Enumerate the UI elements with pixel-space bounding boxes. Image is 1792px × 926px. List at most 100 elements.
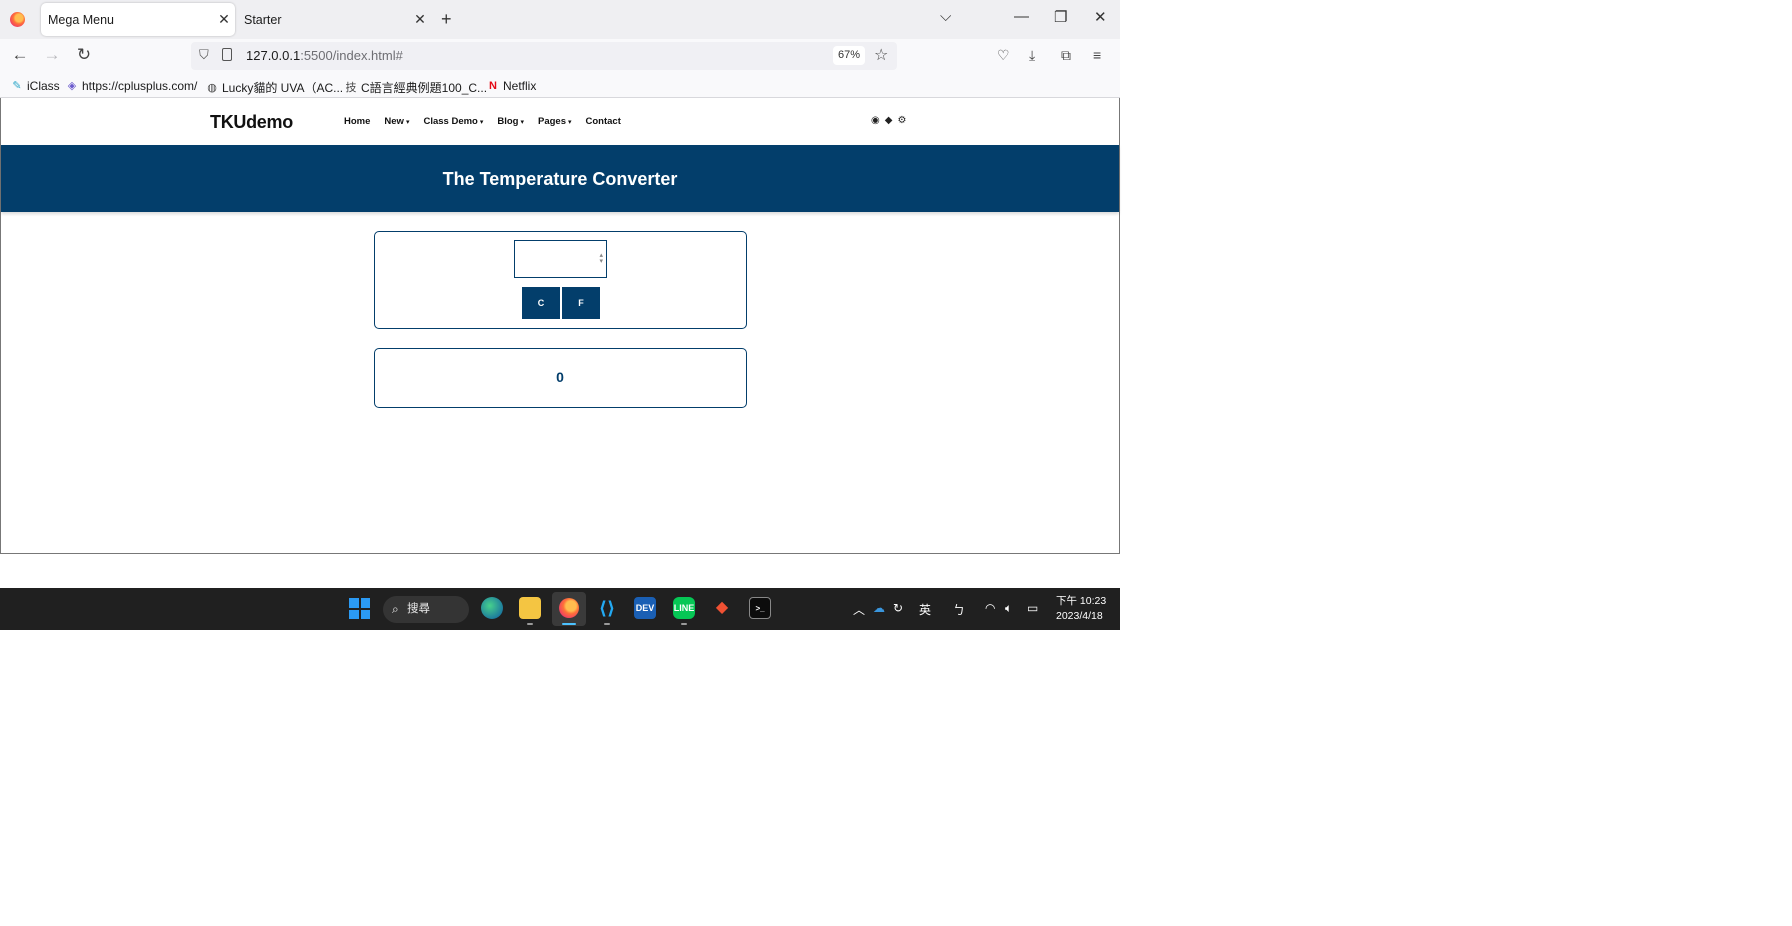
gear-icon[interactable]: ⚙ [897,115,906,126]
web-page: TKUdemo Home New ▾ Class Demo ▾ Blog ▾ Page… [0,98,1120,554]
bookmarks-toolbar: ✎ iClass ◈ https://cplusplus.com/ ◍ Lucky貓的… [0,73,1120,98]
taskbar-clock[interactable]: 下午 10:23 2023/4/18 [1056,594,1106,624]
url-text[interactable]: 127.0.0.1:5500/index.html# [246,48,403,63]
firefox-icon [559,598,579,618]
bookmark-label: Lucky貓的 UVA（AC... [222,81,344,95]
bookmark-label: https://cplusplus.com/ [82,79,198,93]
page-banner: The Temperature Converter [1,145,1119,212]
page-info-icon[interactable] [222,48,232,61]
running-indicator [681,623,687,625]
extensions-icon[interactable]: ⧉ [1061,47,1071,64]
bookmark-lucky-uva[interactable]: ◍ Lucky貓的 UVA（AC... [206,79,343,96]
cplusplus-icon: ◈ [67,80,77,92]
celsius-button[interactable]: C [522,287,560,319]
url-path: :5500/index.html# [300,48,403,63]
downloads-icon[interactable]: ⤓ [1029,47,1035,64]
list-all-tabs-icon[interactable]: ⌵ [940,8,951,25]
site-icon: 技 [345,81,357,94]
converter-result-card: 0 [374,348,747,408]
menu-item-blog[interactable]: Blog ▾ [497,116,524,127]
close-window-icon[interactable]: ✕ [1094,8,1107,26]
ime-language[interactable]: 英 [919,601,931,618]
temperature-input[interactable]: ▴ ▾ [514,240,607,278]
bookmark-netflix[interactable]: N Netflix [487,79,536,93]
firefox-menu-icon[interactable] [10,12,25,27]
menu-item-new[interactable]: New ▾ [384,116,409,127]
site-header: TKUdemo Home New ▾ Class Demo ▾ Blog ▾ Page… [1,98,1119,145]
menu-label: New [384,116,404,127]
restore-icon[interactable]: ❐ [1054,8,1067,26]
tab-title: Mega Menu [48,12,115,27]
new-tab-icon[interactable]: + [441,9,452,30]
terminal-icon[interactable]: >_ [749,597,771,619]
running-indicator [527,623,533,625]
minimize-icon[interactable]: — [1014,8,1029,25]
bookmark-cplusplus[interactable]: ◈ https://cplusplus.com/ [66,79,198,93]
screen: Mega Menu ✕ Starter ✕ + ⌵ — ❐ ✕ ← → ↻ ⛉ … [0,0,1120,630]
tab-starter[interactable]: Starter ✕ [237,3,431,36]
tab-mega-menu[interactable]: Mega Menu ✕ [41,3,235,36]
iclass-icon: ✎ [12,80,22,92]
browser-nav-bar: ← → ↻ ⛉ 127.0.0.1:5500/index.html# 67% ☆… [0,39,1120,73]
line-icon[interactable]: LINE [673,597,695,619]
menu-label: Class Demo [423,116,478,127]
running-indicator [604,623,610,625]
clock-time: 下午 10:23 [1056,595,1107,607]
chevron-down-icon: ▾ [520,119,524,126]
ime-mode[interactable]: ㄅ [953,601,965,618]
bookmark-label: C語言經典例題100_C... [361,81,488,95]
close-tab-icon[interactable]: ✕ [213,11,235,28]
number-spinner-icon[interactable]: ▴ ▾ [599,252,603,265]
bookmark-star-icon[interactable]: ☆ [874,45,888,65]
firefox-taskbar-button[interactable] [552,592,586,626]
sync-icon[interactable]: ↻ [893,601,903,615]
result-value: 0 [556,369,564,385]
git-icon[interactable]: ◆ [711,597,733,619]
menu-item-contact[interactable]: Contact [586,116,621,127]
file-explorer-icon[interactable] [519,597,541,619]
search-label: 搜尋 [407,603,430,615]
active-indicator [562,623,576,625]
converter-input-card: ▴ ▾ C F [374,231,747,329]
volume-icon[interactable]: 🔈︎ [1005,601,1012,616]
chevron-down-icon: ▾ [479,119,484,126]
back-icon[interactable]: ← [9,45,31,65]
chevron-down-icon: ▾ [568,119,572,126]
battery-icon[interactable]: ▭ [1027,601,1038,615]
app-menu-icon[interactable]: ≡ [1093,47,1101,63]
pocket-icon[interactable]: ♡ [997,47,1010,64]
fahrenheit-button[interactable]: F [562,287,600,319]
taskbar-search[interactable]: ⌕ 搜尋 [383,596,469,623]
edge-icon[interactable] [481,597,503,619]
globe-icon: ◍ [207,81,217,94]
close-tab-icon[interactable]: ✕ [409,11,431,28]
github-icon[interactable]: ◉ [871,115,880,126]
windows-taskbar: ⌕ 搜尋 ⟨⟩ DEV LINE ◆ >_ ︿ ☁ ↻ 英 ㄅ ◠ 🔈︎ ▭ 下午… [0,588,1120,630]
shield-icon[interactable]: ⛉ [199,47,209,63]
bookmark-iclass[interactable]: ✎ iClass [11,79,60,93]
tray-overflow-icon[interactable]: ︿ [853,601,865,618]
clock-date: 2023/4/18 [1056,610,1103,622]
menu-label: Blog [497,116,519,127]
bookmark-c-examples[interactable]: 技 C語言經典例題100_C... [345,79,488,96]
zoom-level[interactable]: 67% [833,46,865,65]
diamond-icon[interactable]: ◆ [885,115,893,126]
forward-icon[interactable]: → [41,45,63,65]
tab-title: Starter [244,12,282,27]
start-icon[interactable] [349,598,370,619]
reload-icon[interactable]: ↻ [73,45,95,65]
menu-label: Pages [538,116,566,127]
netflix-icon: N [489,80,497,92]
menu-item-class-demo[interactable]: Class Demo ▾ [423,116,483,127]
menu-item-pages[interactable]: Pages ▾ [538,116,572,127]
vscode-icon[interactable]: ⟨⟩ [596,597,618,619]
header-icons: ◉ ◆ ⚙ [871,115,906,126]
menu-label: Home [344,116,371,127]
menu-item-home[interactable]: Home [344,116,370,127]
site-brand[interactable]: TKUdemo [210,112,293,133]
bookmark-label: iClass [27,79,60,93]
url-bar[interactable]: ⛉ 127.0.0.1:5500/index.html# 67% ☆ [191,42,897,70]
devcpp-icon[interactable]: DEV [634,597,656,619]
wifi-icon[interactable]: ◠ [985,601,995,615]
onedrive-icon[interactable]: ☁ [873,601,885,615]
